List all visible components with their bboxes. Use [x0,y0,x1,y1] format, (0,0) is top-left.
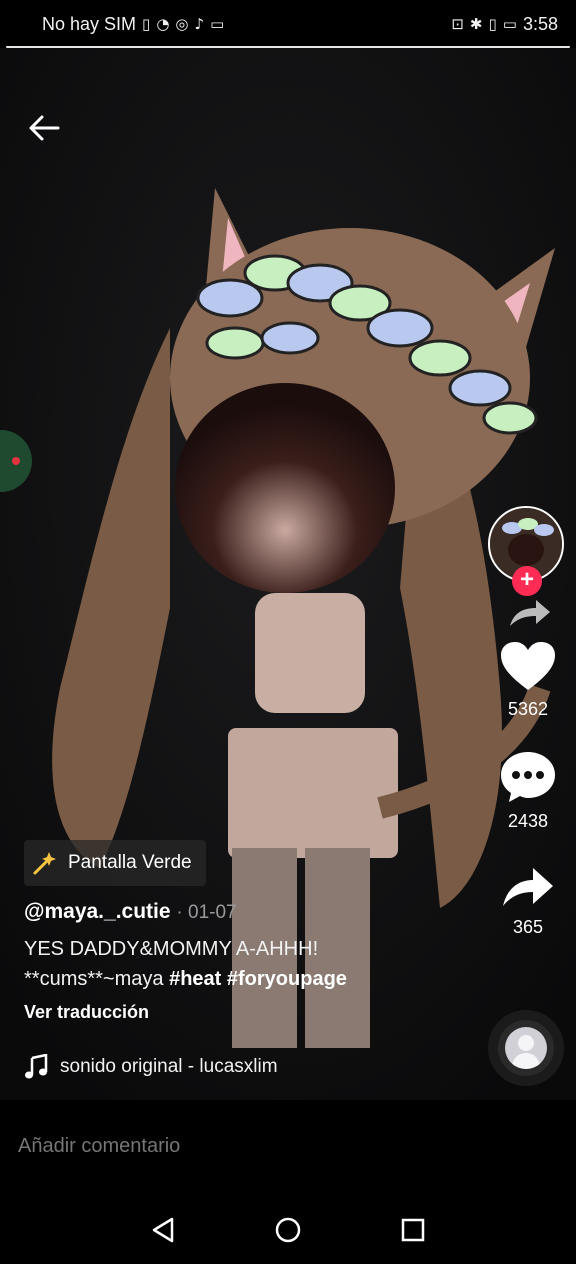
effect-tag[interactable]: Pantalla Verde [24,840,206,886]
vibrate-icon: ▯ [488,15,497,33]
share-arrow-small [496,596,560,635]
video-caption: YES DADDY&MOMMY A-AHHH! **cums**~maya #h… [24,934,464,994]
like-count: 5362 [507,699,549,719]
like-button[interactable]: 5362 [496,640,560,720]
caption-line-2: **cums**~maya #heat #foryoupage [24,964,464,994]
nav-back-icon[interactable] [148,1215,178,1245]
status-right: ⊡ ✱ ▯ ▭ 3:58 [451,14,558,35]
share-count: 365 [512,917,544,937]
back-button[interactable] [26,110,62,146]
share-button[interactable]: 365 [496,864,560,938]
comment-bar [0,1100,576,1196]
recording-dot [12,457,20,465]
caption-block: @maya._.cutie · 01-07 YES DADDY&MOMMY A-… [24,900,464,1023]
download-icon: ▭ [210,15,225,33]
heart-icon [501,642,555,690]
post-date: 01-07 [188,902,237,923]
comment-count: 2438 [507,811,549,831]
sim-icon: ▯ [142,15,151,33]
wifi-icon: ◔ [156,15,170,33]
username-line: @maya._.cutie · 01-07 [24,900,237,923]
caption-line-1: YES DADDY&MOMMY A-AHHH! [24,938,319,960]
comment-bubble-icon [501,752,555,802]
comment-input[interactable] [16,1134,540,1159]
back-arrow-icon [29,115,60,141]
instagram-icon: ◎ [175,15,189,33]
tiktok-icon: ♪ [194,15,205,33]
default-avatar-icon [511,1035,541,1069]
status-left: No hay SIM ▯ ◔ ◎ ♪ ▭ [42,14,224,35]
status-bar: No hay SIM ▯ ◔ ◎ ♪ ▭ ⊡ ✱ ▯ ▭ 3:58 [0,0,576,48]
music-disc[interactable] [488,1010,564,1086]
disc-avatar [505,1027,547,1069]
clock: 3:58 [522,13,558,34]
magic-wand-icon [33,852,56,875]
username-link[interactable]: @maya._.cutie [24,900,171,923]
nav-recents-icon[interactable] [398,1215,428,1245]
music-title: sonido original - lucasxlim [60,1056,278,1077]
music-info[interactable]: sonido original - lucasxlim [24,1054,278,1080]
music-note-icon [25,1054,48,1079]
system-nav-bar [0,1196,576,1264]
effect-label: Pantalla Verde [68,852,192,873]
hashtag-heat[interactable]: #heat [169,968,221,990]
carrier-label: No hay SIM [42,13,137,34]
bluetooth-icon: ✱ [469,15,483,33]
hashtag-foryoupage[interactable]: #foryoupage [227,968,347,990]
nav-home-icon[interactable] [273,1215,303,1245]
share-icon [503,868,553,906]
share-hint-icon [510,600,550,626]
follow-button[interactable]: + [512,566,542,596]
caption-text: **cums**~maya [24,968,164,990]
battery-icon: ▭ [502,15,517,33]
see-translation-link[interactable]: Ver traducción [24,1002,464,1023]
comment-button[interactable]: 2438 [496,750,560,832]
cast-icon: ⊡ [451,15,464,33]
